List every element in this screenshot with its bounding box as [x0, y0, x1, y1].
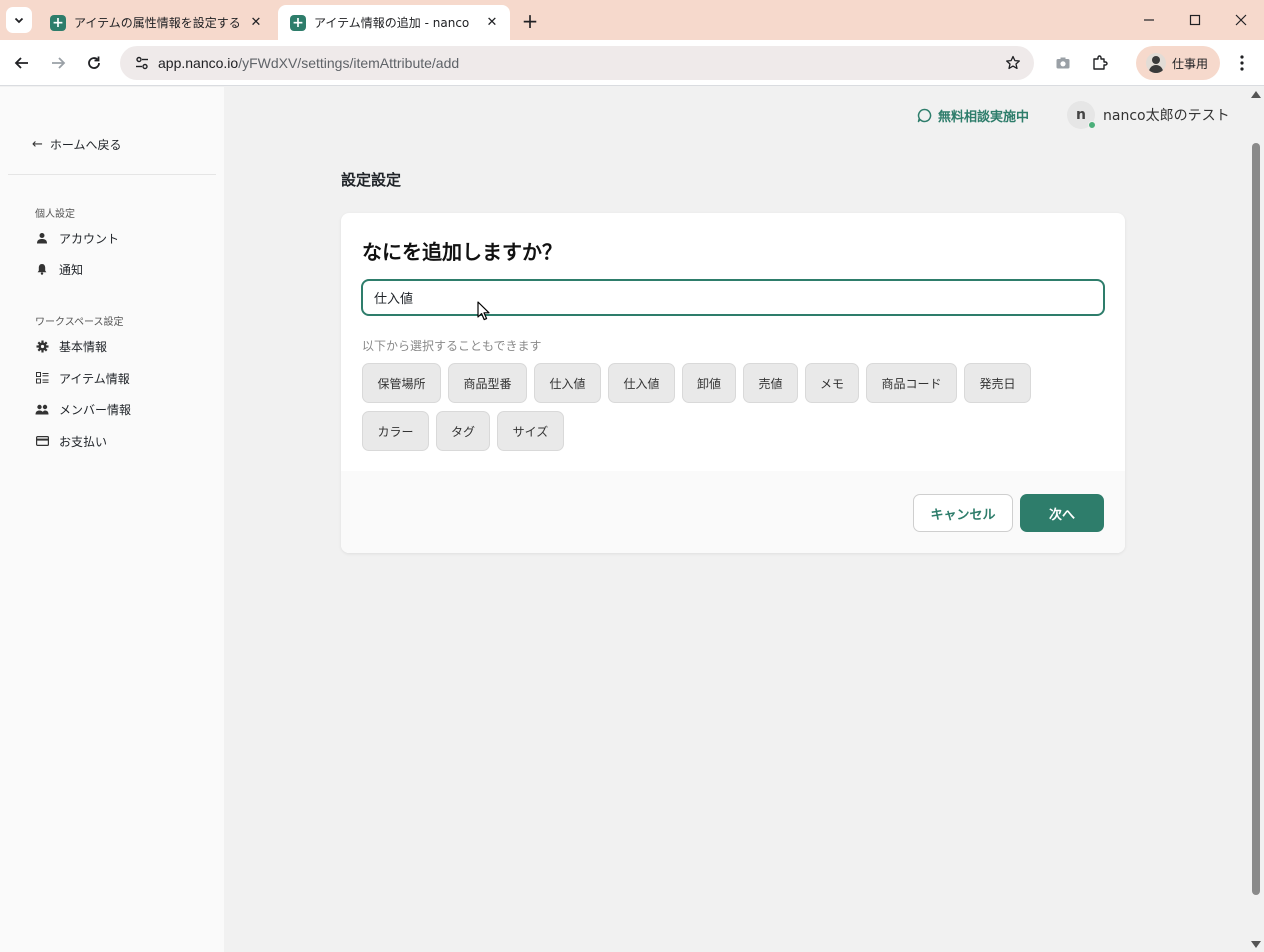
- tab-title: アイテムの属性情報を設定する: [74, 16, 241, 30]
- suggestion-chip[interactable]: 発売日: [964, 363, 1031, 403]
- sidebar-item-label: お支払い: [59, 434, 108, 449]
- scroll-down-arrow-icon[interactable]: [1251, 941, 1261, 948]
- tab-search-button[interactable]: [6, 7, 32, 33]
- suggestion-chip[interactable]: 仕入値: [534, 363, 601, 403]
- sidebar-item-label: 通知: [59, 262, 84, 277]
- close-icon[interactable]: ✕: [484, 15, 500, 31]
- new-tab-button[interactable]: +: [518, 9, 542, 33]
- suggestion-chip[interactable]: 売値: [743, 363, 798, 403]
- back-to-home-link[interactable]: ← ホームへ戻る: [32, 136, 122, 153]
- browser-tab-bar: + アイテムの属性情報を設定する ✕ + アイテム情報の追加 - nanco ✕…: [0, 0, 1264, 40]
- sidebar-item-basic-info[interactable]: 基本情報: [35, 336, 107, 356]
- page-scrollbar[interactable]: [1248, 87, 1264, 952]
- reload-icon: [88, 56, 100, 69]
- sidebar-item-notifications[interactable]: 通知: [35, 259, 83, 279]
- suggestion-chip[interactable]: メモ: [805, 363, 859, 403]
- plus-favicon-icon: +: [50, 14, 66, 31]
- bookmark-star-icon[interactable]: [1002, 52, 1024, 74]
- cancel-button[interactable]: キャンセル: [913, 494, 1013, 532]
- back-button[interactable]: [7, 48, 37, 78]
- profile-label: 仕事用: [1172, 56, 1209, 71]
- suggestion-chip[interactable]: 商品コード: [866, 363, 957, 403]
- chat-bubble-icon: [917, 108, 932, 123]
- sidebar-item-label: 基本情報: [59, 339, 108, 354]
- arrow-left-icon: ←: [32, 137, 43, 152]
- scroll-thumb[interactable]: [1252, 143, 1260, 895]
- section-workspace-heading: ワークスペース設定: [35, 317, 124, 328]
- back-link-label: ホームへ戻る: [49, 138, 122, 152]
- camera-icon[interactable]: [1050, 50, 1076, 76]
- browser-tab-1[interactable]: + アイテムの属性情報を設定する ✕: [38, 5, 274, 40]
- sidebar-item-item-info[interactable]: アイテム情報: [35, 368, 130, 388]
- page-title: 設定設定: [341, 171, 402, 189]
- selection-hint: 以下から選択することもできます: [362, 339, 542, 353]
- sidebar-item-members[interactable]: メンバー情報: [35, 399, 131, 419]
- mouse-cursor-icon: [477, 301, 490, 321]
- avatar-initial: n: [1076, 107, 1086, 123]
- close-window-button[interactable]: [1218, 0, 1264, 40]
- sidebar-item-label: アカウント: [59, 231, 120, 246]
- close-icon[interactable]: ✕: [248, 15, 264, 31]
- site-settings-icon[interactable]: [128, 49, 156, 77]
- section-personal-heading: 個人設定: [35, 209, 75, 220]
- person-icon: [35, 231, 49, 245]
- more-vertical-icon: [1240, 55, 1244, 71]
- consult-label: 無料相談実施中: [938, 110, 1030, 125]
- arrow-right-icon: [52, 57, 66, 69]
- divider: [8, 174, 216, 175]
- sidebar-item-label: アイテム情報: [59, 371, 130, 386]
- suggestion-chip[interactable]: サイズ: [497, 411, 564, 451]
- sidebar-item-payment[interactable]: お支払い: [35, 431, 107, 451]
- suggestion-chip[interactable]: タグ: [436, 411, 490, 451]
- profile-button[interactable]: 仕事用: [1136, 46, 1220, 80]
- address-bar[interactable]: app.nanco.io/yFWdXV/settings/itemAttribu…: [120, 46, 1034, 80]
- group-icon: [35, 402, 49, 416]
- suggestion-chip[interactable]: 卸値: [682, 363, 736, 403]
- credit-card-icon: [35, 434, 49, 448]
- next-button[interactable]: 次へ: [1020, 494, 1104, 532]
- close-icon: [1235, 14, 1247, 26]
- scroll-up-arrow-icon[interactable]: [1251, 91, 1261, 98]
- sidebar-item-label: メンバー情報: [59, 402, 132, 417]
- tab-title: アイテム情報の追加 - nanco: [314, 16, 470, 30]
- browser-tab-2[interactable]: + アイテム情報の追加 - nanco ✕: [278, 5, 510, 40]
- avatar: [1146, 53, 1166, 73]
- suggestion-chip[interactable]: 仕入値: [608, 363, 675, 403]
- url-text: app.nanco.io/yFWdXV/settings/itemAttribu…: [158, 55, 459, 71]
- sidebar-item-account[interactable]: アカウント: [35, 228, 119, 248]
- attribute-name-input[interactable]: [361, 279, 1105, 316]
- suggestion-chip[interactable]: 商品型番: [448, 363, 527, 403]
- minimize-icon: [1144, 19, 1154, 21]
- extensions-puzzle-icon[interactable]: [1087, 50, 1113, 76]
- browser-menu-button[interactable]: [1230, 50, 1254, 76]
- suggestion-chip[interactable]: カラー: [362, 411, 429, 451]
- minimize-button[interactable]: [1126, 0, 1172, 40]
- user-name: nanco太郎のテスト: [1103, 108, 1230, 124]
- url-path: /yFWdXV/settings/itemAttribute/add: [238, 55, 460, 71]
- browser-toolbar: app.nanco.io/yFWdXV/settings/itemAttribu…: [0, 40, 1264, 86]
- url-host: app.nanco.io: [158, 55, 239, 71]
- avatar: n: [1067, 101, 1096, 129]
- arrow-left-icon: [14, 57, 28, 69]
- forward-button[interactable]: [43, 48, 73, 78]
- card-heading: なにを追加しますか？: [362, 240, 562, 264]
- free-consultation-link[interactable]: 無料相談実施中: [917, 106, 1029, 125]
- bell-icon: [35, 262, 49, 276]
- maximize-icon: [1189, 14, 1201, 26]
- settings-sidebar: ← ホームへ戻る 個人設定 アカウント 通知 ワークスペース設定 基本情報 アイ…: [0, 87, 224, 952]
- card-footer: キャンセル 次へ: [341, 471, 1125, 553]
- user-menu[interactable]: n nanco太郎のテスト: [1067, 101, 1230, 129]
- add-attribute-card: なにを追加しますか？ 以下から選択することもできます 保管場所 商品型番 仕入値…: [341, 213, 1125, 553]
- gear-icon: [35, 339, 49, 353]
- maximize-button[interactable]: [1172, 0, 1218, 40]
- chevron-down-icon: [14, 17, 24, 24]
- plus-favicon-icon: +: [290, 14, 306, 31]
- online-status-dot: [1088, 121, 1096, 129]
- suggestion-chip[interactable]: 保管場所: [362, 363, 441, 403]
- list-icon: [35, 371, 49, 385]
- reload-button[interactable]: [79, 48, 109, 78]
